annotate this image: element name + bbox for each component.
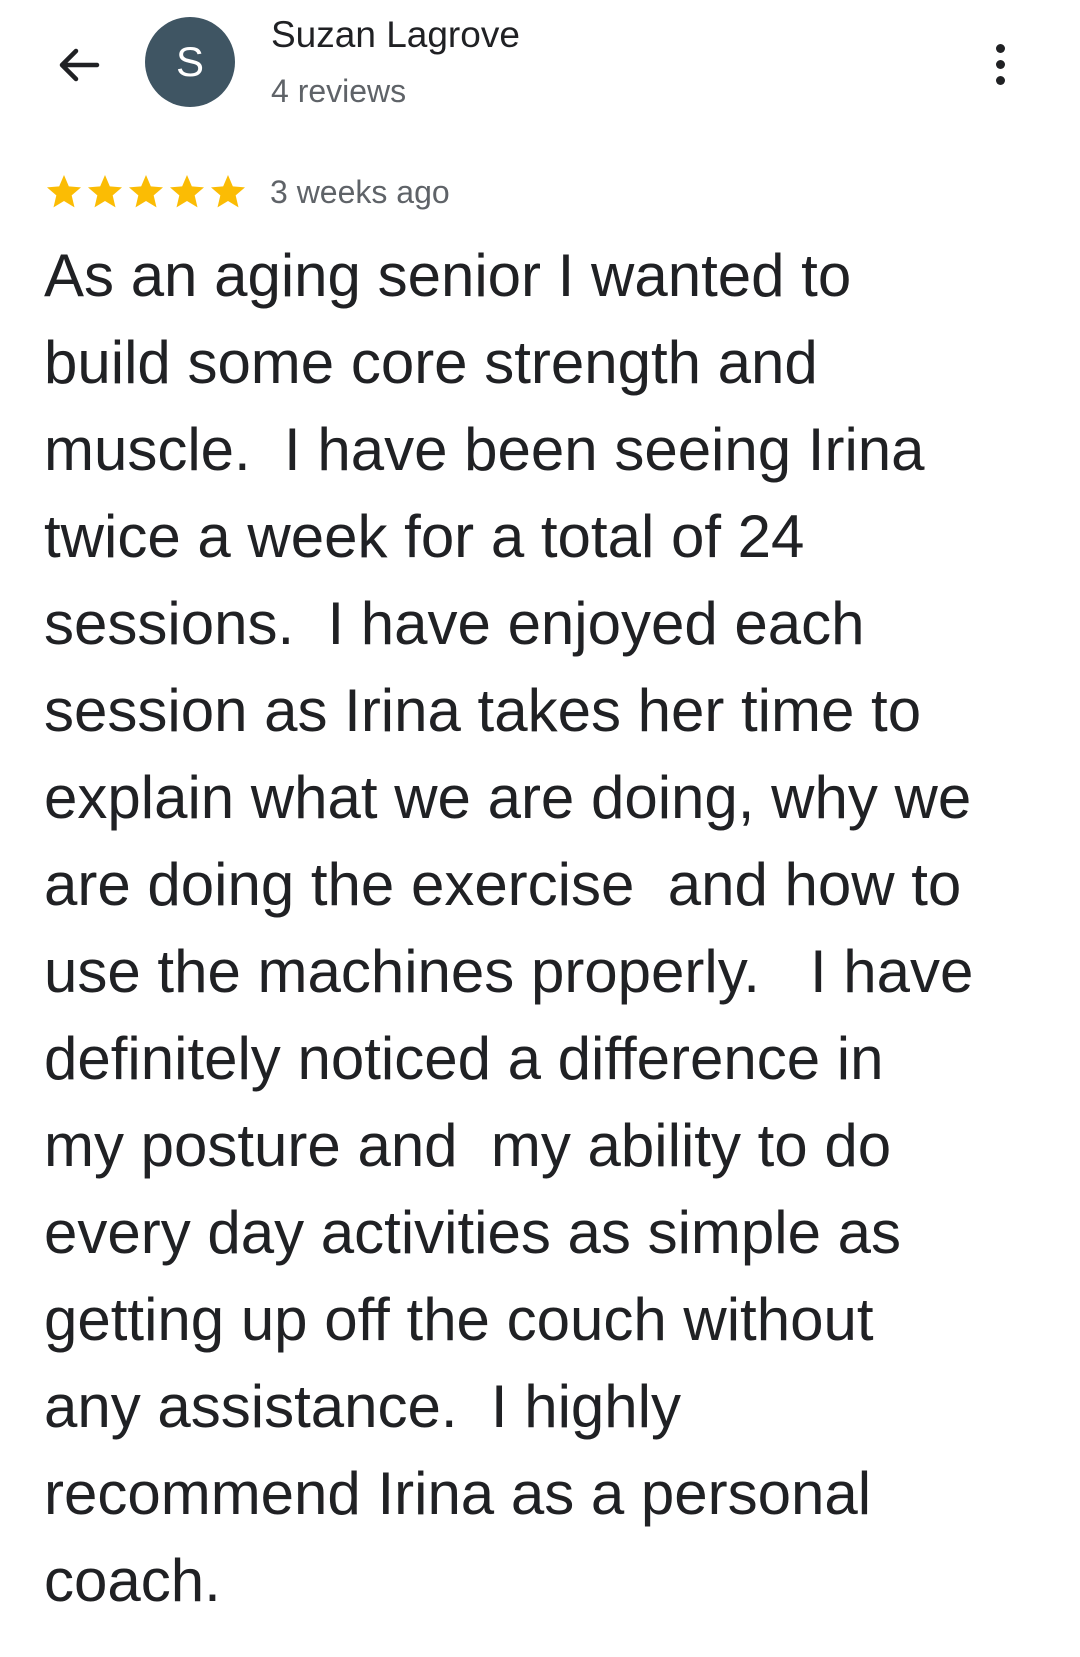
review-text-line: use the machines properly. I have (44, 938, 974, 1005)
more-vert-icon (995, 43, 1005, 53)
review-text-line: every day activities as simple as (44, 1199, 901, 1266)
review-text-line: build some core strength and (44, 329, 818, 396)
star-icon (170, 175, 204, 208)
avatar[interactable]: S (145, 17, 235, 107)
more-vert-icon-dot (995, 59, 1005, 69)
arrow-back-icon (59, 48, 100, 82)
star-icon (129, 175, 163, 208)
review-text-line: getting up off the couch without (44, 1286, 874, 1353)
reviewer-name[interactable]: Suzan Lagrove (271, 14, 520, 56)
review-text-line: are doing the exercise and how to (44, 851, 962, 918)
avatar-letter: S (175, 38, 204, 85)
more-options-button[interactable] (977, 34, 1023, 94)
review-text-line: coach. (44, 1547, 221, 1614)
more-vert-icon-dot (995, 75, 1005, 85)
back-button[interactable] (50, 36, 108, 94)
reviewer-review-count: 4 reviews (271, 73, 407, 109)
review-text-line: recommend Irina as a personal (44, 1460, 872, 1527)
review-text-line: any assistance. I highly (44, 1373, 682, 1440)
review-text-line: sessions. I have enjoyed each (44, 590, 865, 657)
star-icon (211, 175, 245, 208)
review-text-line: my posture and my ability to do (44, 1112, 892, 1179)
star-icon (47, 175, 81, 208)
rating-row: 3 weeks ago (44, 170, 450, 214)
star-rating (44, 172, 248, 212)
star-icon (88, 175, 122, 208)
review-header: S Suzan Lagrove 4 reviews (0, 0, 1080, 140)
review-text-line: As an aging senior I wanted to (44, 242, 852, 309)
review-text-line: twice a week for a total of 24 (44, 503, 805, 570)
review-date: 3 weeks ago (270, 173, 450, 210)
review-text-line: definitely noticed a difference in (44, 1025, 884, 1092)
review-text: As an aging senior I wanted to build some… (44, 232, 1049, 1624)
review-text-line: explain what we are doing, why we (44, 764, 972, 831)
review-text-line: muscle. I have been seeing Irina (44, 416, 925, 483)
review-text-line: session as Irina takes her time to (44, 677, 922, 744)
